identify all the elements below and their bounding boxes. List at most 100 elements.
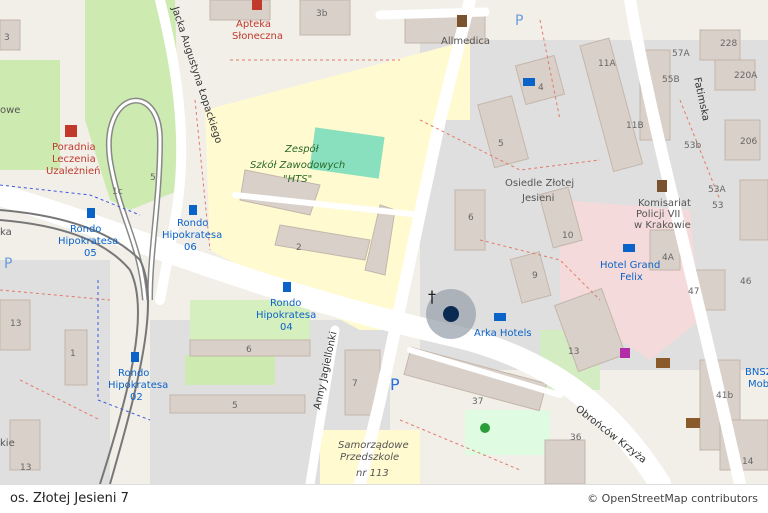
church-icon: †: [428, 287, 436, 306]
bus-stop-icon: [189, 205, 197, 215]
school-label-3: "HTS": [283, 174, 312, 185]
house-number: 220A: [734, 71, 758, 81]
house-number: 6: [246, 345, 252, 355]
location-marker: [443, 306, 459, 322]
bnsz-label-1: BNSZ: [745, 367, 768, 378]
house-number: 6: [468, 213, 474, 223]
poradnia-label-3: Uzależnień: [46, 165, 100, 177]
bnsz-label-2: Mob: [748, 379, 768, 390]
bus-stop-icon: [131, 352, 139, 362]
rondo-06-label-2: Hipokratesa: [162, 230, 222, 241]
rondo-02-label-3: 02: [130, 392, 143, 403]
rondo-04-label-2: Hipokratesa: [256, 310, 316, 321]
building: [0, 19, 21, 51]
house-number: 5: [150, 173, 156, 183]
poradnia-label-2: Leczenia: [52, 154, 96, 165]
apteka-label-2: Słoneczna: [232, 31, 283, 42]
house-number: 11A: [598, 59, 616, 69]
przedszkole-label-2: Przedszkole: [340, 452, 399, 463]
kie-label: kie: [0, 438, 15, 449]
house-number: 46: [740, 277, 752, 287]
house-number: 3b: [316, 9, 328, 19]
post-icon: [656, 358, 670, 368]
building: [739, 179, 768, 241]
komisariat-label-3: w Krakowie: [634, 220, 691, 231]
house-number: 47: [688, 287, 699, 297]
house-number: 13: [10, 319, 21, 329]
road-allmedica: [375, 7, 490, 20]
ka-label: ka: [0, 227, 12, 238]
house-number: 11B: [626, 121, 644, 131]
building: [544, 439, 586, 484]
house-number: 4: [538, 83, 544, 93]
house-number: 41b: [716, 391, 733, 401]
police-icon: [657, 180, 667, 192]
house-number: 228: [720, 39, 737, 49]
house-number: 13: [568, 347, 579, 357]
hotel-label-2: Felix: [620, 272, 643, 283]
rondo-05-label-3: 05: [84, 248, 97, 259]
house-number: 14: [742, 457, 754, 467]
house-number: 37: [472, 397, 483, 407]
hotel-icon: [523, 78, 535, 86]
location-title: os. Złotej Jesieni 7: [10, 491, 129, 506]
house-number: 206: [740, 137, 757, 147]
doctor-icon: [457, 15, 467, 27]
school-label-1: Zespół: [284, 143, 320, 155]
arka-label: Arka Hotels: [474, 328, 532, 339]
school-label-2: Szkół Zawodowych: [250, 159, 345, 171]
owe-label: owe: [0, 105, 20, 116]
rondo-06-label-1: Rondo: [177, 218, 208, 229]
house-number: 2: [296, 243, 302, 253]
house-number: 1: [70, 349, 76, 359]
map-canvas[interactable]: † P P P Apteka Słoneczna Allmedica Porad…: [0, 0, 768, 484]
rondo-02-label-1: Rondo: [118, 368, 149, 379]
building: [64, 329, 88, 386]
house-number: 13: [20, 463, 31, 473]
przedszkole-label-3: nr 113: [356, 468, 389, 479]
house-number: 9: [532, 271, 538, 281]
parking-icon: P: [390, 375, 400, 394]
house-number: 55B: [662, 75, 680, 85]
hotel-icon: [494, 313, 506, 321]
house-number: 57A: [672, 49, 690, 59]
house-number: 5: [498, 139, 504, 149]
bus-stop-icon: [283, 282, 291, 292]
allmedica-label: Allmedica: [441, 36, 490, 47]
parking-icon: P: [515, 13, 523, 29]
rondo-05-label-1: Rondo: [70, 224, 101, 235]
przedszkole-label-1: Samorządowe: [338, 440, 409, 451]
rondo-05-label-2: Hipokratesa: [58, 236, 118, 247]
rondo-02-label-2: Hipokratesa: [108, 380, 168, 391]
clinic-icon: [65, 125, 77, 137]
house-number: 4A: [662, 253, 675, 263]
parking-icon: P: [4, 256, 12, 272]
house-number: 36: [570, 433, 582, 443]
post-icon: [686, 418, 700, 428]
park: [185, 355, 275, 385]
hotel-icon: [623, 244, 635, 252]
bus-stop-icon: [87, 208, 95, 218]
pharmacy-icon: [252, 0, 262, 10]
komisariat-label-1: Komisariat: [638, 198, 691, 209]
playground: [465, 410, 550, 455]
osiedle-label-1: Osiedle Złotej: [505, 178, 574, 189]
house-number: 7: [352, 379, 358, 389]
house-number: 1c: [112, 187, 123, 197]
house-number: 5: [232, 401, 238, 411]
house-number: 53b: [684, 141, 701, 151]
house-number: 53A: [708, 185, 726, 195]
attribution[interactable]: © OpenStreetMap contributors: [587, 492, 758, 505]
house-number: 53: [712, 201, 723, 211]
rondo-04-label-1: Rondo: [270, 298, 301, 309]
hotel-label-1: Hotel Grand: [600, 260, 660, 271]
osiedle-label-2: Jesieni: [521, 193, 554, 204]
playground-icon: [480, 423, 490, 433]
rondo-04-label-3: 04: [280, 322, 293, 333]
rondo-06-label-3: 06: [184, 242, 197, 253]
house-number: 10: [562, 231, 574, 241]
apteka-label: Apteka: [236, 19, 271, 30]
shop-icon: [620, 348, 630, 358]
komisariat-label-2: Policji VII: [636, 209, 680, 220]
poradnia-label-1: Poradnia: [52, 142, 96, 153]
